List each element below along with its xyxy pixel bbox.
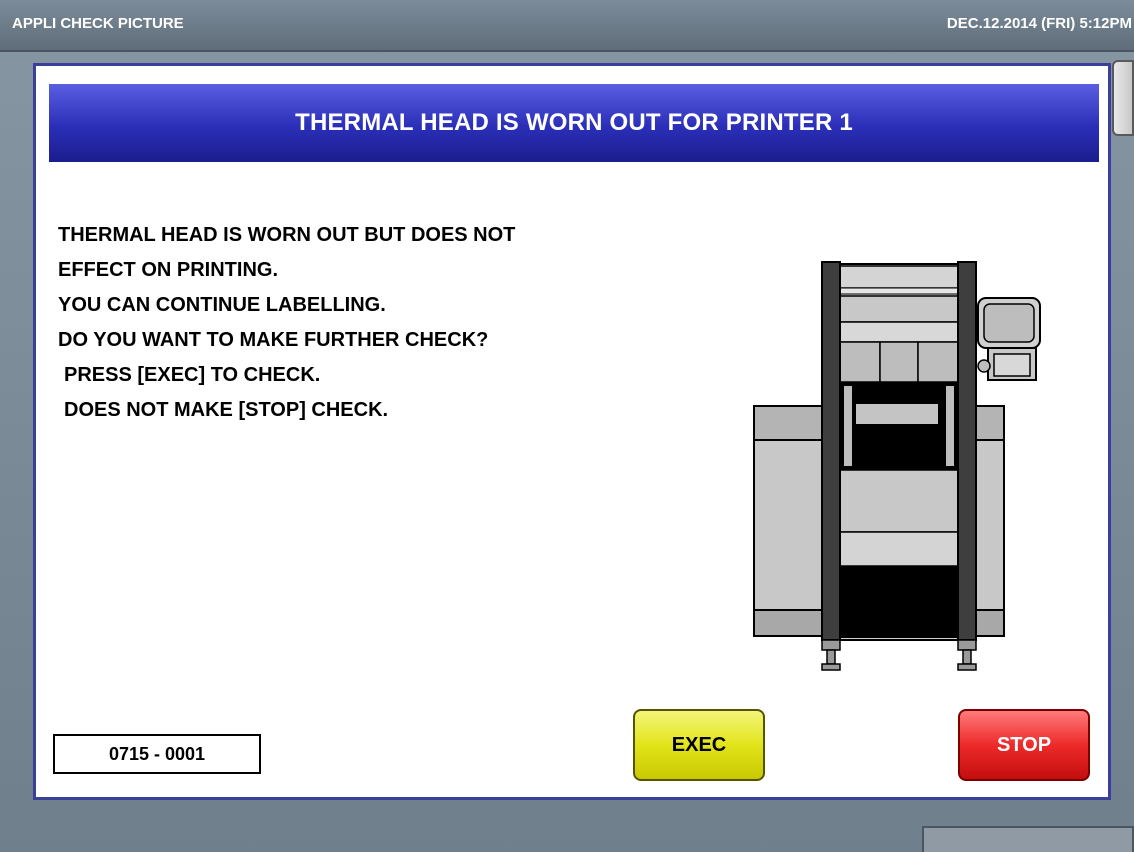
stop-button[interactable]: STOP [958, 709, 1090, 781]
exec-button[interactable]: EXEC [633, 709, 765, 781]
app-title: APPLI CHECK PICTURE [12, 15, 184, 32]
message-line: DO YOU WANT TO MAKE FURTHER CHECK? [58, 329, 489, 351]
message-line: DOES NOT MAKE [STOP] CHECK. [64, 399, 389, 421]
message-line: PRESS [EXEC] TO CHECK. [64, 364, 321, 386]
bottom-panel-tab [922, 826, 1134, 852]
error-code: 0715 - 0001 [53, 734, 261, 774]
date-time-display: DEC.12.2014 (FRI) 5:12PM [946, 15, 1132, 32]
labeling-machine-icon [752, 258, 1052, 688]
message-line: THERMAL HEAD IS WORN OUT BUT DOES NOT [58, 224, 516, 246]
dialog-message: THERMAL HEAD IS WORN OUT BUT DOES NOT EF… [58, 218, 758, 428]
dialog-title: THERMAL HEAD IS WORN OUT FOR PRINTER 1 [49, 84, 1099, 162]
top-bar: APPLI CHECK PICTURE DEC.12.2014 (FRI) 5:… [0, 0, 1134, 52]
message-line: YOU CAN CONTINUE LABELLING. [58, 294, 386, 316]
app-screen: APPLI CHECK PICTURE DEC.12.2014 (FRI) 5:… [0, 0, 1134, 852]
scrollbar-thumb[interactable] [1112, 60, 1134, 136]
message-line: EFFECT ON PRINTING. [58, 259, 278, 281]
alert-dialog: THERMAL HEAD IS WORN OUT FOR PRINTER 1 T… [33, 63, 1111, 800]
